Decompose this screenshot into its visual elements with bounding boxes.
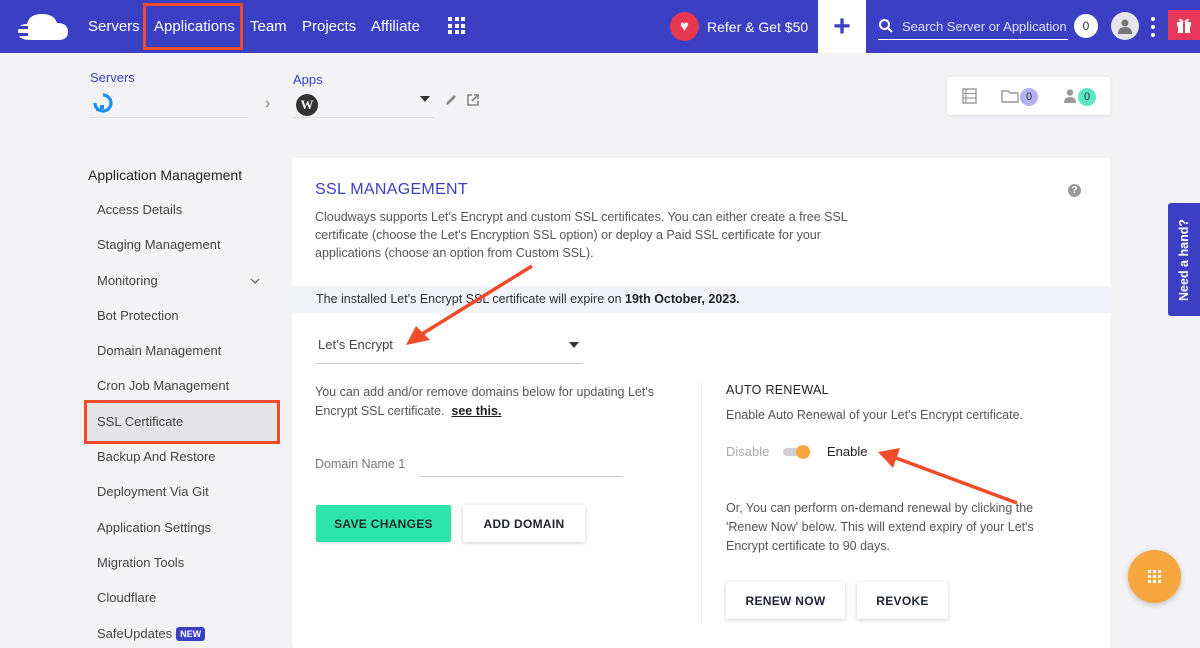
- renew-description: Or, You can perform on-demand renewal by…: [726, 501, 1034, 553]
- nav-affiliate[interactable]: Affiliate: [371, 18, 420, 35]
- wordpress-icon: W: [296, 94, 318, 116]
- domain-name-field[interactable]: [420, 450, 623, 477]
- search-input[interactable]: [902, 16, 1068, 36]
- search-icon: [879, 19, 893, 33]
- add-button[interactable]: +: [818, 0, 866, 53]
- expiry-notice: The installed Let's Encrypt SSL certific…: [316, 292, 740, 306]
- toggle-knob: [796, 445, 810, 459]
- sidebar-item-safeupdates[interactable]: SafeUpdates NEW: [97, 626, 206, 641]
- sidebar-item-access-details[interactable]: Access Details: [97, 202, 182, 217]
- folder-count-badge: 0: [1020, 88, 1038, 106]
- renew-now-button[interactable]: RENEW NOW: [726, 582, 845, 619]
- need-a-hand-tab[interactable]: Need a hand?: [1168, 203, 1200, 316]
- servers-breadcrumb-label: Servers: [90, 70, 135, 85]
- ssl-description: Cloudways supports Let's Encrypt and cus…: [315, 210, 848, 260]
- revoke-button[interactable]: REVOKE: [857, 582, 948, 619]
- grid-icon: [1148, 570, 1161, 583]
- refer-label: Refer & Get $50: [707, 18, 809, 35]
- more-menu-icon[interactable]: [1150, 17, 1156, 37]
- nav-servers[interactable]: Servers: [88, 18, 140, 35]
- sidebar-item-domain-management[interactable]: Domain Management: [97, 343, 221, 358]
- expiry-notice-prefix: The installed Let's Encrypt SSL certific…: [316, 292, 626, 306]
- sidebar-item-staging-management[interactable]: Staging Management: [97, 237, 221, 252]
- auto-renewal-toggle[interactable]: [783, 444, 811, 460]
- avatar[interactable]: [1111, 12, 1139, 40]
- sidebar-item-bot-protection[interactable]: Bot Protection: [97, 308, 179, 323]
- help-icon[interactable]: ?: [1068, 184, 1081, 197]
- see-this-link[interactable]: see this.: [451, 404, 501, 418]
- sidebar-item-backup-and-restore[interactable]: Backup And Restore: [97, 449, 216, 464]
- new-badge: NEW: [176, 627, 206, 641]
- search-box[interactable]: [878, 14, 1068, 40]
- folder-icon[interactable]: [1001, 89, 1019, 103]
- app-info-box: 0 0: [947, 77, 1110, 115]
- sidebar-item-safeupdates-label: SafeUpdates: [97, 626, 173, 641]
- app-dropdown-caret-icon[interactable]: [420, 96, 430, 102]
- need-a-hand-label: Need a hand?: [1177, 218, 1191, 301]
- sidebar-item-deployment-via-git[interactable]: Deployment Via Git: [97, 484, 209, 499]
- sidebar-item-monitoring[interactable]: Monitoring: [97, 273, 158, 288]
- digitalocean-icon: [93, 93, 113, 113]
- refer-button[interactable]: ♥ Refer & Get $50: [670, 12, 808, 41]
- domain-description: You can add and/or remove domains below …: [315, 383, 655, 421]
- sidebar-item-migration-tools[interactable]: Migration Tools: [97, 555, 184, 570]
- breadcrumb-chevron-icon: ›: [265, 95, 271, 112]
- ssl-type-caret-icon: [569, 342, 579, 348]
- users-count-badge: 0: [1078, 88, 1096, 106]
- cloudways-logo[interactable]: [12, 10, 72, 44]
- chevron-down-icon[interactable]: [250, 276, 260, 286]
- sidebar-item-cloudflare[interactable]: Cloudflare: [97, 590, 156, 605]
- sidebar-heading: Application Management: [88, 167, 243, 183]
- sidebar-item-cron-job-management[interactable]: Cron Job Management: [97, 378, 229, 393]
- edit-icon[interactable]: [444, 93, 458, 107]
- server-list-icon[interactable]: [962, 88, 977, 104]
- add-domain-button[interactable]: ADD DOMAIN: [463, 505, 585, 542]
- ssl-type-select[interactable]: Let’s Encrypt: [315, 328, 583, 364]
- sidebar-item-application-settings[interactable]: Application Settings: [97, 520, 211, 535]
- sidebar-item-ssl-certificate[interactable]: SSL Certificate: [97, 414, 183, 429]
- save-changes-button[interactable]: SAVE CHANGES: [316, 505, 451, 542]
- apps-grid-icon[interactable]: [448, 17, 465, 34]
- auto-renewal-title: AUTO RENEWAL: [726, 383, 829, 397]
- users-icon[interactable]: [1063, 88, 1077, 104]
- column-divider: [701, 383, 702, 623]
- apps-breadcrumb-label: Apps: [293, 72, 323, 87]
- heart-icon: ♥: [670, 12, 699, 41]
- user-icon: [1118, 19, 1132, 34]
- notification-count[interactable]: 0: [1074, 14, 1098, 38]
- applications-annotation-box: [143, 3, 243, 50]
- nav-team[interactable]: Team: [250, 18, 287, 35]
- toggle-enable-label: Enable: [827, 444, 868, 459]
- top-navbar: Servers Applications Team Projects Affil…: [0, 0, 1200, 53]
- page-title: SSL MANAGEMENT: [315, 181, 468, 198]
- domain-name-label: Domain Name 1: [315, 457, 406, 471]
- nav-projects[interactable]: Projects: [302, 18, 356, 35]
- expiry-date: 19th October, 2023.: [625, 292, 740, 306]
- gift-icon[interactable]: [1168, 10, 1200, 40]
- external-link-icon[interactable]: [466, 93, 480, 107]
- quick-actions-button[interactable]: [1128, 550, 1181, 603]
- ssl-type-value: Let’s Encrypt: [318, 337, 393, 352]
- toggle-disable-label: Disable: [726, 444, 770, 459]
- auto-renewal-description: Enable Auto Renewal of your Let's Encryp…: [726, 408, 1023, 422]
